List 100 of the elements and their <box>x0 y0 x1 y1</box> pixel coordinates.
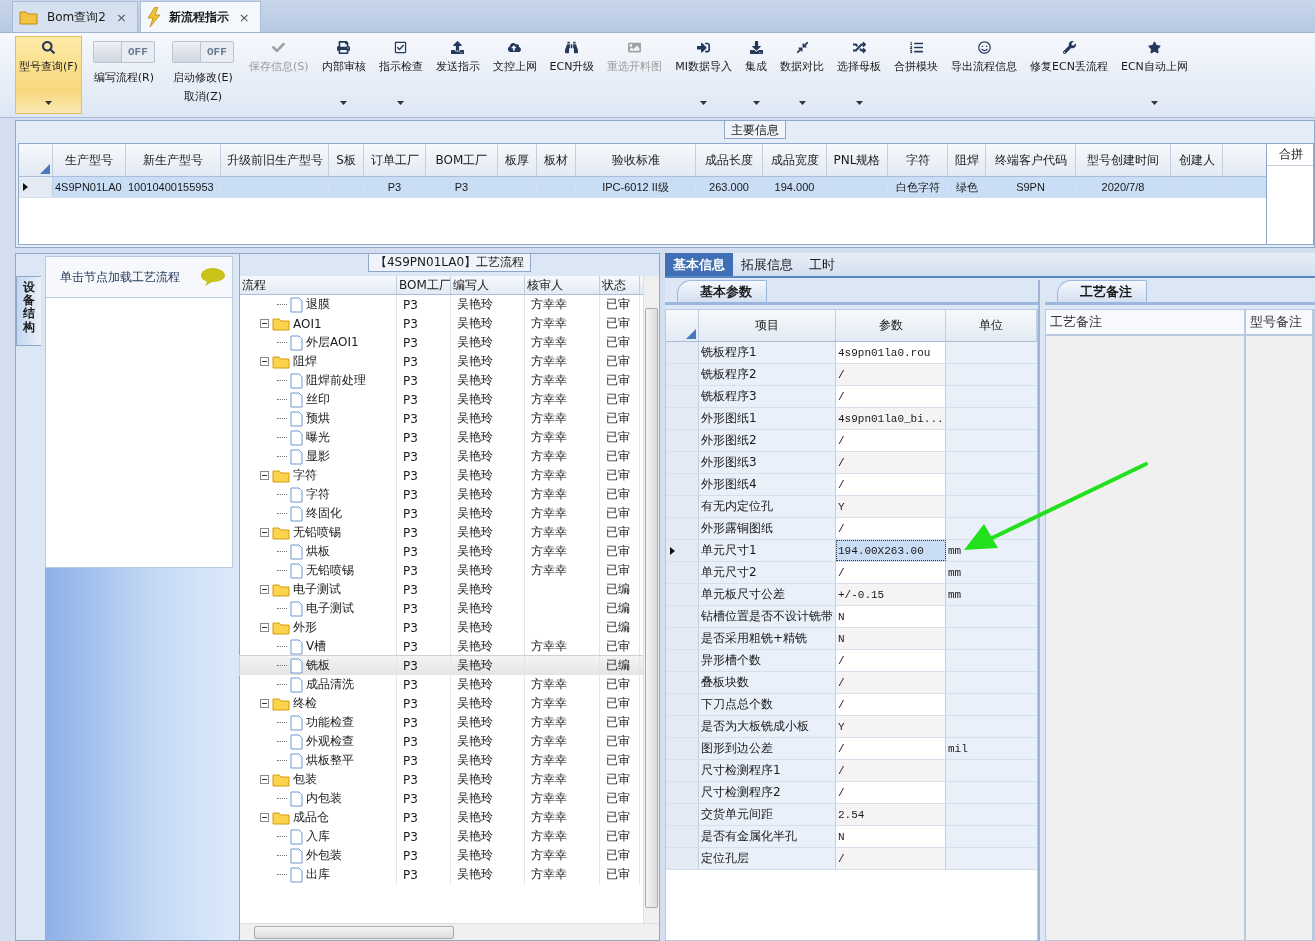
row-header[interactable] <box>666 540 699 561</box>
column-header[interactable]: BOM工厂 <box>397 276 451 294</box>
table-cell[interactable]: / <box>836 650 946 671</box>
collapse-icon[interactable] <box>260 623 269 632</box>
column-header[interactable]: 项目 <box>699 310 836 341</box>
column-header[interactable]: BOM工厂 <box>426 144 498 176</box>
column-header[interactable]: 成品长度 <box>696 144 763 176</box>
collapse-icon[interactable] <box>260 528 269 537</box>
caret-icon <box>752 101 760 105</box>
document-tab[interactable]: 新流程指示 × <box>139 1 261 32</box>
collapse-icon[interactable] <box>260 585 269 594</box>
table-cell[interactable]: / <box>836 474 946 495</box>
column-header[interactable]: 字符 <box>888 144 948 176</box>
column-header[interactable]: 编写人 <box>451 276 525 294</box>
tab[interactable]: 拓展信息 <box>733 253 801 276</box>
table-cell[interactable]: / <box>836 364 946 385</box>
toggle-switch[interactable]: OFF <box>92 41 155 63</box>
table-cell[interactable]: / <box>836 694 946 715</box>
column-header[interactable]: 生产型号 <box>53 144 126 176</box>
collapse-icon[interactable] <box>260 775 269 784</box>
toolbar-button[interactable]: 导出流程信息 <box>947 36 1022 114</box>
table-cell[interactable]: / <box>836 672 946 693</box>
table-cell[interactable]: Y <box>836 496 946 517</box>
toolbar-button[interactable]: 文控上网 <box>488 36 541 114</box>
panel-tab[interactable]: 工艺备注 <box>1057 280 1147 302</box>
toolbar-button[interactable]: 数据对比 <box>776 36 829 114</box>
table-cell[interactable]: Y <box>836 716 946 737</box>
column-header[interactable]: PNL规格 <box>827 144 888 176</box>
table-cell[interactable]: / <box>836 430 946 451</box>
toolbar-button[interactable]: 指示检查 <box>374 36 427 114</box>
toolbar-button[interactable]: 内部审核 <box>317 36 370 114</box>
table-cell[interactable]: / <box>836 386 946 407</box>
column-header[interactable]: 型号创建时间 <box>1076 144 1171 176</box>
toolbar-button[interactable]: 修复ECN丢流程 <box>1026 36 1112 114</box>
table-cell[interactable]: / <box>836 518 946 539</box>
column-header[interactable]: 成品宽度 <box>763 144 827 176</box>
table-cell[interactable]: / <box>836 760 946 781</box>
column-header[interactable]: S板 <box>329 144 364 176</box>
column-header[interactable]: 新生产型号 <box>126 144 221 176</box>
side-tab[interactable]: 设备结构 <box>16 276 41 346</box>
column-header[interactable]: 合拼 <box>1279 146 1303 163</box>
table-cell: 已审 <box>606 334 630 351</box>
table-cell[interactable]: 194.00X263.00 <box>836 540 946 561</box>
column-header[interactable]: 型号备注 <box>1246 310 1312 336</box>
toggle-switch[interactable]: OFF <box>171 41 234 63</box>
collapse-icon[interactable] <box>260 319 269 328</box>
collapse-icon[interactable] <box>260 813 269 822</box>
table-cell[interactable]: / <box>836 562 946 583</box>
table-cell[interactable]: 4s9pn01la0_bi... <box>836 408 946 429</box>
node-label: 外包装 <box>306 847 342 864</box>
toolbar-button[interactable]: ECN升级 <box>545 36 599 114</box>
toolbar-button[interactable]: 型号查询(F) <box>15 36 82 114</box>
column-header[interactable]: 工艺备注 <box>1046 310 1244 336</box>
column-header[interactable]: 板材 <box>537 144 576 176</box>
collapse-icon[interactable] <box>260 357 269 366</box>
collapse-icon[interactable] <box>260 699 269 708</box>
table-cell[interactable]: / <box>836 452 946 473</box>
column-header[interactable]: 状态 <box>600 276 640 294</box>
table-cell: 方幸幸 <box>531 315 567 332</box>
node-label: 退膜 <box>306 296 330 313</box>
column-header[interactable]: 验收标准 <box>576 144 696 176</box>
tree-row[interactable]: 铣板 P3 吴艳玲 已编 <box>240 656 643 675</box>
table-row[interactable]: 4S9PN01LA0 10010400155953 P3 P3 IPC-6012 II级 263.000 194.000 白色字符 绿色 S9PN 2020/7/8 <box>19 177 1266 198</box>
table-cell: 外形露铜图纸 <box>699 518 836 539</box>
toolbar-button[interactable]: 合拼模块 <box>890 36 943 114</box>
table-cell[interactable]: N <box>836 826 946 847</box>
table-cell[interactable]: 4s9pn01la0.rou <box>836 342 946 363</box>
column-header[interactable]: 参数 <box>836 310 946 341</box>
close-button[interactable]: × <box>113 9 129 25</box>
column-header[interactable]: 单位 <box>946 310 1037 341</box>
table-cell[interactable]: / <box>836 738 946 759</box>
column-header[interactable]: 核审人 <box>525 276 600 294</box>
column-header[interactable]: 升级前旧生产型号 <box>221 144 329 176</box>
document-tab[interactable]: Bom查询2 × <box>12 1 138 32</box>
table-cell[interactable]: N <box>836 628 946 649</box>
scrollbar[interactable] <box>240 923 659 940</box>
table-cell[interactable]: / <box>836 782 946 803</box>
table-cell[interactable]: 2.54 <box>836 804 946 825</box>
table-cell[interactable]: +/-0.15 <box>836 584 946 605</box>
column-header[interactable]: 板厚 <box>498 144 537 176</box>
column-header[interactable]: 流程 <box>240 276 397 294</box>
close-button[interactable]: × <box>236 9 252 25</box>
column-header[interactable]: 订单工厂 <box>364 144 426 176</box>
toolbar-button[interactable]: 选择母板 <box>833 36 886 114</box>
column-header[interactable]: 创建人 <box>1171 144 1223 176</box>
table-cell[interactable]: / <box>836 848 946 869</box>
tab[interactable]: 工时 <box>801 253 843 276</box>
column-header[interactable]: 终端客户代码 <box>986 144 1076 176</box>
collapse-icon[interactable] <box>260 471 269 480</box>
toolbar-button[interactable]: 集成 <box>741 36 772 114</box>
table-cell[interactable]: N <box>836 606 946 627</box>
table-cell: 方幸幸 <box>531 467 567 484</box>
scrollbar[interactable] <box>643 276 659 923</box>
panel-tab[interactable]: 基本参数 <box>677 280 767 302</box>
node-label: 外层AOI1 <box>306 334 359 351</box>
column-header[interactable]: 阻焊 <box>948 144 986 176</box>
toolbar-button[interactable]: ECN自动上网 <box>1116 36 1192 114</box>
tab[interactable]: 基本信息 <box>665 253 733 276</box>
toolbar-button[interactable]: 发送指示 <box>431 36 484 114</box>
toolbar-button[interactable]: MI数据导入 <box>671 36 737 114</box>
